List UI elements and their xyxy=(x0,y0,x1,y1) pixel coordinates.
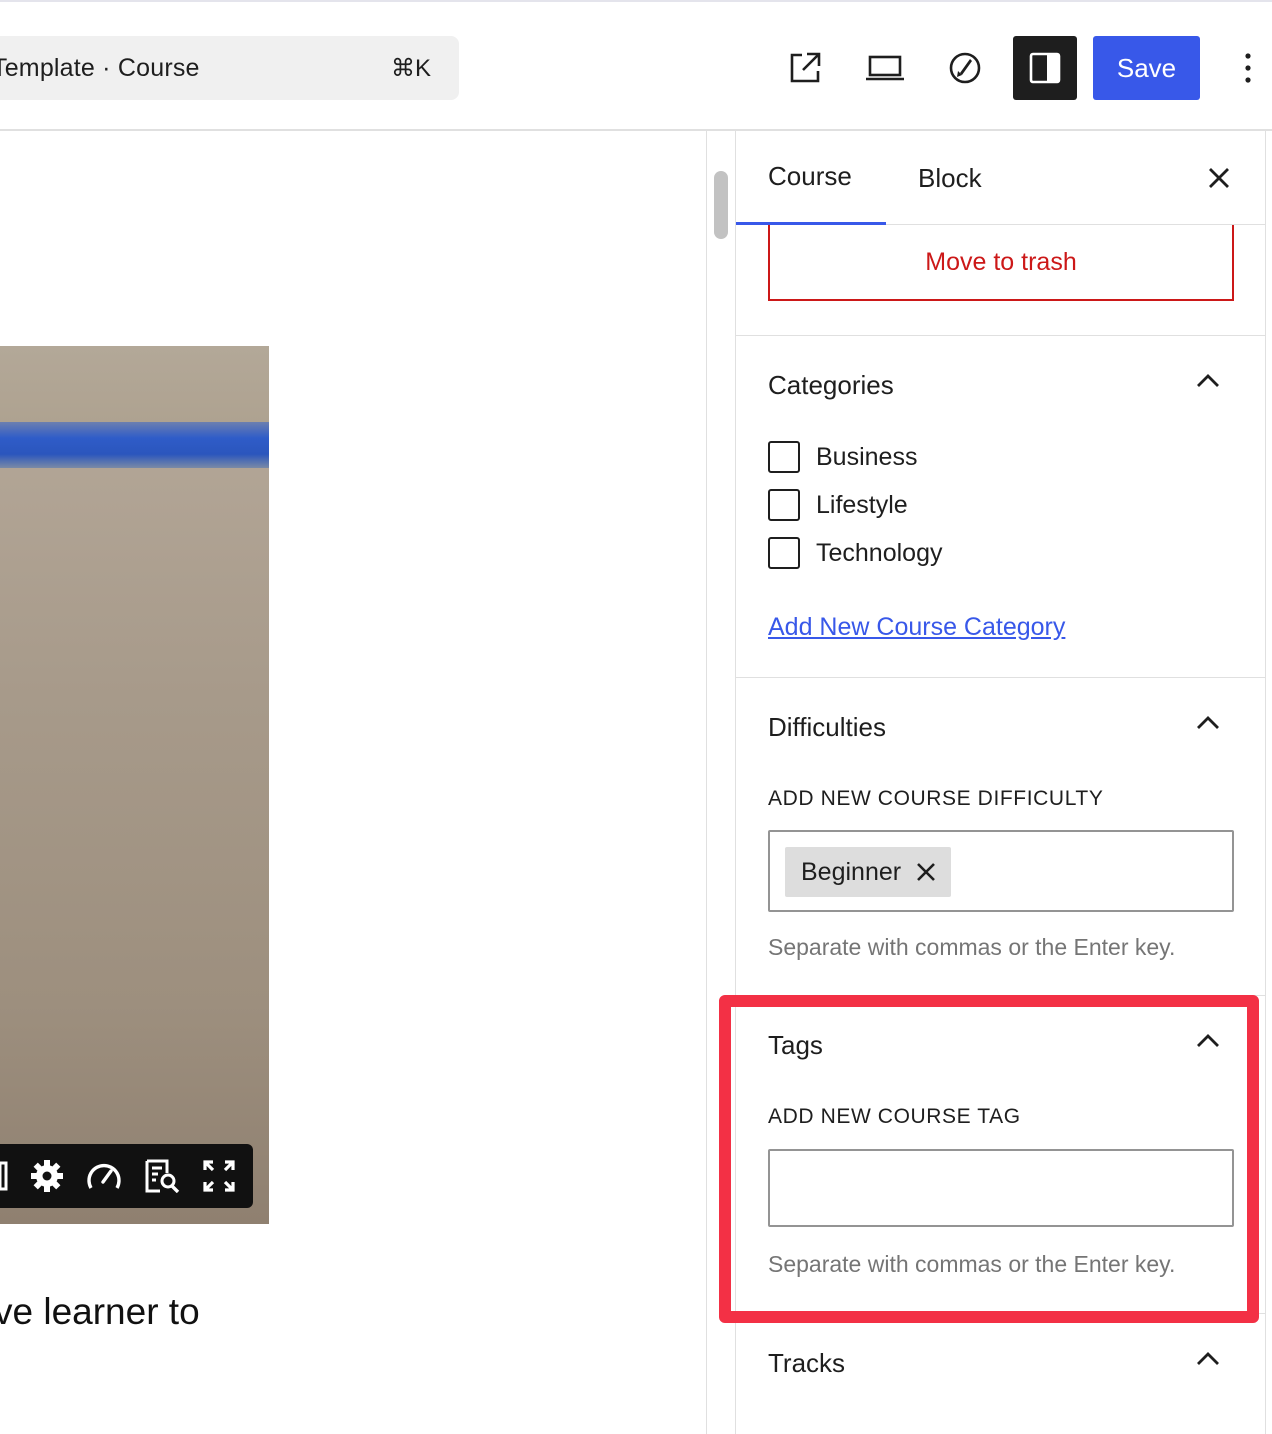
fullscreen-icon[interactable] xyxy=(202,1159,236,1193)
captions-icon[interactable] xyxy=(0,1161,8,1191)
editor-canvas[interactable]: ve learner to xyxy=(0,131,706,1434)
video-block[interactable] xyxy=(0,346,269,1224)
category-technology[interactable]: Technology xyxy=(768,537,942,569)
category-business[interactable]: Business xyxy=(768,441,917,473)
tab-block[interactable]: Block xyxy=(886,131,1014,225)
add-new-category-link[interactable]: Add New Course Category xyxy=(768,613,1065,642)
sidebar-tabs: Course Block xyxy=(736,131,1266,225)
chevron-up-icon[interactable] xyxy=(1194,1346,1222,1374)
difficulties-panel-title[interactable]: Difficulties xyxy=(768,712,886,743)
chevron-up-icon[interactable] xyxy=(1194,710,1222,738)
token-label: Beginner xyxy=(801,857,902,886)
command-palette-button[interactable]: Template · Course ⌘K xyxy=(0,36,459,100)
preview-button[interactable] xyxy=(853,36,917,100)
rocket-icon xyxy=(949,52,981,84)
tab-course[interactable]: Course xyxy=(736,131,886,225)
settings-sidebar-toggle[interactable] xyxy=(1013,36,1077,100)
sidebar-toggle-icon xyxy=(1029,52,1061,84)
tag-token-field[interactable] xyxy=(768,1149,1234,1227)
difficulties-panel: Difficulties ADD NEW COURSE DIFFICULTY B… xyxy=(736,677,1266,995)
close-icon[interactable] xyxy=(1202,161,1236,195)
settings-sidebar: Course Block Move to trash Categories Bu… xyxy=(736,131,1266,1434)
category-label: Technology xyxy=(816,538,943,567)
tracks-panel-title[interactable]: Tracks xyxy=(768,1348,845,1379)
scrollbar-thumb[interactable] xyxy=(714,171,728,239)
video-controls xyxy=(0,1144,253,1208)
save-button[interactable]: Save xyxy=(1093,36,1200,100)
laptop-preview-icon xyxy=(866,55,904,81)
category-lifestyle[interactable]: Lifestyle xyxy=(768,489,908,521)
category-checkbox[interactable] xyxy=(768,441,800,473)
chevron-up-icon[interactable] xyxy=(1194,368,1222,396)
tag-field-label: ADD NEW COURSE TAG xyxy=(768,1105,1021,1128)
video-frame xyxy=(0,346,269,426)
categories-panel: Categories Business Lifestyle Technology… xyxy=(736,335,1266,677)
categories-panel-title[interactable]: Categories xyxy=(768,370,894,401)
more-vertical-icon xyxy=(1245,53,1251,83)
canvas-scrollbar[interactable] xyxy=(706,131,736,1434)
external-link-icon xyxy=(790,52,821,83)
document-title: Template · Course xyxy=(0,54,200,82)
difficulty-help-text: Separate with commas or the Enter key. xyxy=(768,934,1176,960)
category-checkbox[interactable] xyxy=(768,489,800,521)
remove-token-icon[interactable] xyxy=(915,861,937,883)
category-label: Lifestyle xyxy=(816,490,908,519)
tags-panel: Tags ADD NEW COURSE TAG Separate with co… xyxy=(736,995,1266,1313)
tag-help-text: Separate with commas or the Enter key. xyxy=(768,1251,1176,1277)
category-checkbox[interactable] xyxy=(768,537,800,569)
difficulty-field-label: ADD NEW COURSE DIFFICULTY xyxy=(768,787,1104,810)
options-menu-button[interactable] xyxy=(1216,36,1272,100)
transcript-search-icon[interactable] xyxy=(144,1159,180,1193)
paragraph-block[interactable]: ve learner to xyxy=(0,1291,200,1333)
gear-icon[interactable] xyxy=(30,1159,64,1193)
difficulty-token-field[interactable]: Beginner xyxy=(768,830,1234,912)
view-site-button[interactable] xyxy=(773,36,837,100)
move-to-trash-button[interactable]: Move to trash xyxy=(768,225,1234,301)
keyboard-shortcut: ⌘K xyxy=(390,55,431,82)
editor-header: Template · Course ⌘K Save xyxy=(0,0,1272,131)
performance-button[interactable] xyxy=(933,36,997,100)
tracks-panel: Tracks xyxy=(736,1313,1266,1434)
token-beginner: Beginner xyxy=(785,847,952,897)
chevron-up-icon[interactable] xyxy=(1194,1028,1222,1056)
video-frame-stripe xyxy=(0,422,269,468)
speed-icon[interactable] xyxy=(86,1160,122,1192)
category-label: Business xyxy=(816,442,918,471)
tags-panel-title[interactable]: Tags xyxy=(768,1030,823,1061)
